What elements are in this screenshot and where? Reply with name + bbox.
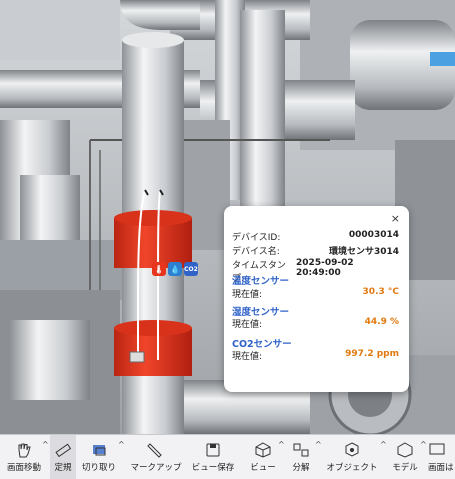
crop-icon	[93, 445, 106, 456]
humidity-sensor-title: 湿度センサー	[232, 307, 290, 318]
toolbar-model-button[interactable]: モデル	[388, 435, 422, 479]
toolbar-model-label: モデル	[392, 463, 418, 473]
toolbar-crop-button[interactable]: 切り取り	[80, 435, 118, 479]
temp-sensor-row: 現在値: 30.3 °C	[232, 287, 399, 300]
chevron-up-icon[interactable]: ^	[315, 440, 322, 449]
toolbar-ruler-button[interactable]: 定規	[50, 435, 76, 479]
temp-sensor-label: 現在値:	[232, 290, 263, 300]
device-info-popup: × デバイスID: 00003014 デバイス名: 環境センサ3014 タイムス…	[224, 206, 409, 392]
toolbar-markup-button[interactable]: マークアップ	[128, 435, 184, 479]
co2-badge[interactable]: CO2	[184, 262, 198, 276]
humidity-sensor-value: 44.9 %	[364, 317, 399, 327]
object-icon	[345, 442, 359, 457]
cube-icon	[255, 442, 271, 458]
explode-icon	[293, 443, 309, 457]
co2-sensor-label: 現在値:	[232, 352, 263, 362]
bottom-toolbar: 画面移動 ^ 定規 切り取り ^ マークアップ ビュー保存 ビュー ^ 分解 ^…	[0, 434, 455, 479]
toolbar-view-label: ビュー	[250, 463, 276, 473]
sensor-badges[interactable]: 🌡 💧 CO2	[152, 262, 198, 276]
toolbar-screen-button[interactable]: 画面は	[428, 435, 455, 479]
toolbar-save-view-button[interactable]: ビュー保存	[190, 435, 236, 479]
co2-sensor-title: CO2センサー	[232, 339, 292, 350]
thermometer-icon[interactable]: 🌡	[152, 262, 166, 276]
device-id-label: デバイスID:	[232, 233, 281, 243]
device-id-value: 00003014	[348, 230, 399, 240]
screen-icon	[429, 443, 445, 455]
toolbar-crop-label: 切り取り	[81, 463, 116, 473]
temp-sensor-title: 温度センサー	[232, 276, 290, 287]
3d-viewport[interactable]: 🌡 💧 CO2 × デバイスID: 00003014 デバイス名: 環境センサ3…	[0, 0, 455, 434]
co2-sensor-row: 現在値: 997.2 ppm	[232, 349, 399, 362]
toolbar-screen-label: 画面は	[428, 463, 454, 473]
humidity-sensor-row: 現在値: 44.9 %	[232, 317, 399, 330]
device-name-label: デバイス名:	[232, 247, 280, 257]
toolbar-pan-label: 画面移動	[6, 463, 41, 473]
temp-sensor-value: 30.3 °C	[362, 287, 399, 297]
device-id-row: デバイスID: 00003014	[232, 230, 399, 243]
toolbar-explode-button[interactable]: 分解	[286, 435, 316, 479]
pen-icon	[147, 443, 162, 458]
device-name-row: デバイス名: 環境センサ3014	[232, 244, 399, 257]
save-view-icon	[206, 443, 220, 457]
chevron-up-icon[interactable]: ^	[278, 440, 285, 449]
timestamp-value: 2025-09-02 20:49:00	[296, 258, 354, 278]
close-icon[interactable]: ×	[391, 212, 400, 225]
device-name-value: 環境センサ3014	[328, 247, 399, 257]
toolbar-explode-label: 分解	[292, 463, 310, 473]
toolbar-ruler-label: 定規	[54, 463, 72, 473]
droplet-icon[interactable]: 💧	[168, 262, 182, 276]
chevron-up-icon[interactable]: ^	[118, 440, 125, 449]
chevron-up-icon[interactable]: ^	[42, 440, 49, 449]
toolbar-view-button[interactable]: ビュー	[246, 435, 280, 479]
co2-sensor-value: 997.2 ppm	[345, 349, 399, 359]
toolbar-pan-button[interactable]: 画面移動	[2, 435, 46, 479]
toolbar-save-view-label: ビュー保存	[191, 463, 235, 473]
model-icon	[397, 442, 413, 458]
toolbar-object-button[interactable]: オブジェクト	[324, 435, 380, 479]
humidity-sensor-label: 現在値:	[232, 320, 263, 330]
chevron-up-icon[interactable]: ^	[380, 440, 387, 449]
hand-icon	[18, 443, 31, 458]
toolbar-markup-label: マークアップ	[130, 463, 182, 473]
ruler-icon	[55, 443, 72, 458]
toolbar-object-label: オブジェクト	[326, 463, 378, 473]
chevron-up-icon[interactable]: ^	[420, 440, 427, 449]
